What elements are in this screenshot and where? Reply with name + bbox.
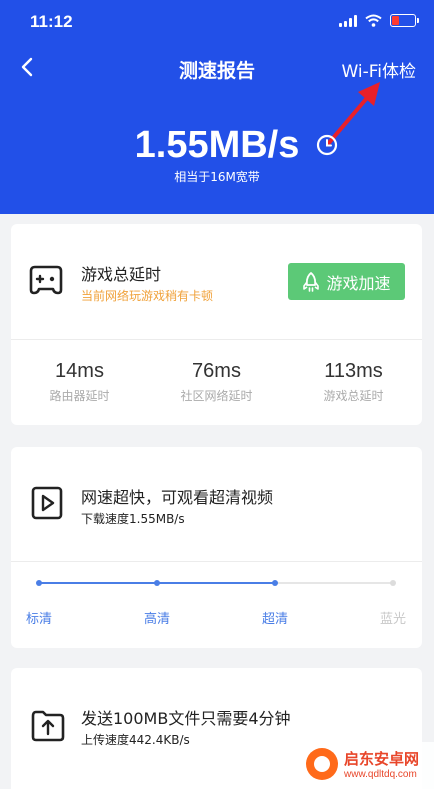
rocket-icon <box>303 271 320 292</box>
quality-track <box>39 582 395 584</box>
video-quality-card: 网速超快，可观看超清视频 下载速度1.55MB/s 标清 高清 超清 蓝光 <box>11 447 422 648</box>
game-accelerate-label: 游戏加速 <box>326 273 391 293</box>
quality-dot[interactable] <box>390 580 396 586</box>
wifi-check-link[interactable]: Wi-Fi体检 <box>341 57 416 82</box>
card-divider <box>11 339 422 340</box>
watermark-name: 启东安卓网 <box>344 750 420 768</box>
latency-value: 76ms <box>192 360 241 382</box>
quality-track-rest <box>275 582 395 584</box>
status-icons <box>339 14 419 27</box>
latency-router: 14ms 路由器延时 <box>11 360 148 404</box>
header-banner: 11:12 测速报告 Wi-Fi体检 1.55MB/s 相当于16M宽带 <box>0 0 434 214</box>
play-icon <box>31 486 63 520</box>
gamepad-icon <box>29 265 63 295</box>
game-accelerate-button[interactable]: 游戏加速 <box>288 263 405 300</box>
watermark-url: www.qdltdq.com <box>344 769 417 780</box>
wifi-icon <box>365 14 382 27</box>
speed-value: 1.55MB/s <box>134 124 300 166</box>
card-divider <box>11 561 422 562</box>
watermark-logo <box>306 748 338 780</box>
quality-label-sd[interactable]: 标清 <box>26 608 52 627</box>
quality-label-fhd[interactable]: 超清 <box>262 608 288 627</box>
status-bar: 11:12 <box>0 0 434 44</box>
quality-dot[interactable] <box>36 580 42 586</box>
signal-icon <box>339 14 357 27</box>
latency-value: 113ms <box>324 360 383 382</box>
upload-title: 发送100MB文件只需要4分钟 <box>81 709 291 728</box>
quality-dot[interactable] <box>272 580 278 586</box>
latency-community: 76ms 社区网络延时 <box>148 360 285 404</box>
bandwidth-equivalent: 相当于16M宽带 <box>174 170 260 184</box>
latency-label: 社区网络延时 <box>180 389 253 403</box>
upload-speed: 上传速度442.4KB/s <box>81 733 190 747</box>
latency-label: 路由器延时 <box>49 389 110 403</box>
quality-label-bluray[interactable]: 蓝光 <box>380 608 406 627</box>
battery-icon <box>390 14 419 27</box>
clock-icon[interactable] <box>316 134 338 156</box>
game-latency-card: 游戏总延时 当前网络玩游戏稍有卡顿 游戏加速 14ms 路由器延时 76ms 社… <box>11 224 422 425</box>
watermark: 启东安卓网 www.qdltdq.com <box>300 742 434 789</box>
download-speed: 下载速度1.55MB/s <box>81 512 185 526</box>
game-latency-title: 游戏总延时 <box>81 265 162 284</box>
quality-label-hd[interactable]: 高清 <box>144 608 170 627</box>
latency-value: 14ms <box>55 360 104 382</box>
quality-dot[interactable] <box>154 580 160 586</box>
upload-folder-icon <box>31 710 65 742</box>
status-time: 11:12 <box>30 12 73 31</box>
video-quality-title: 网速超快，可观看超清视频 <box>81 488 274 507</box>
latency-label: 游戏总延时 <box>323 389 384 403</box>
latency-game-total: 113ms 游戏总延时 <box>285 360 422 404</box>
game-latency-subtitle: 当前网络玩游戏稍有卡顿 <box>81 289 214 303</box>
